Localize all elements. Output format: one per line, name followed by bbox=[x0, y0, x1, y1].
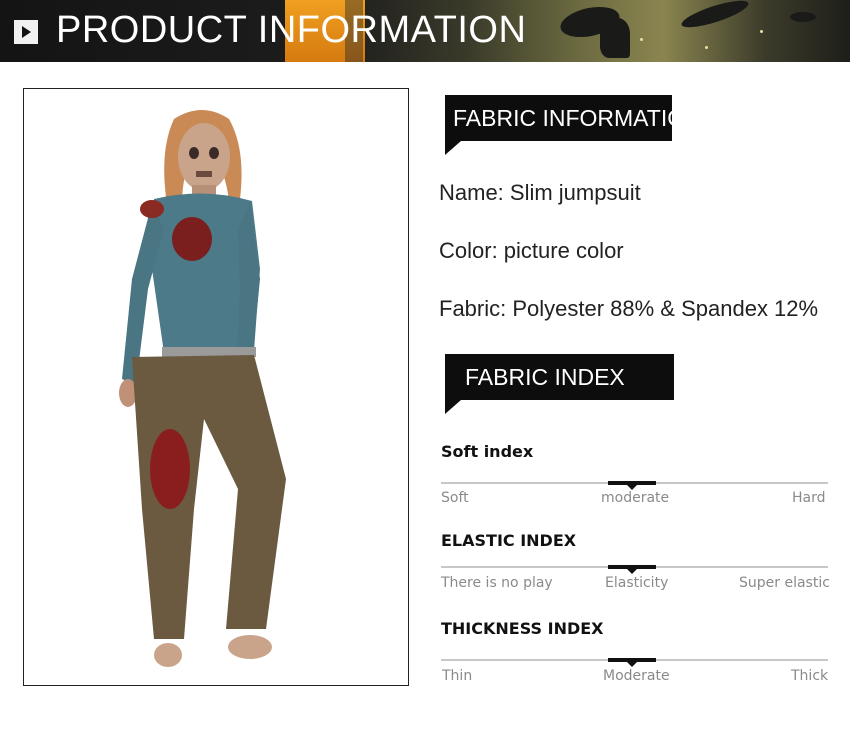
elastic-index-label-high: Super elastic bbox=[739, 575, 830, 591]
thickness-index-label-low: Thin bbox=[442, 668, 473, 684]
product-photo bbox=[119, 110, 286, 667]
soft-index-label-high: Hard bbox=[792, 490, 826, 506]
star-icon bbox=[760, 30, 763, 33]
bat-silhouette-icon bbox=[679, 0, 751, 33]
product-fabric-text: Fabric: Polyester 88% & Spandex 12% bbox=[439, 296, 819, 321]
thickness-index-marker bbox=[607, 658, 656, 667]
soft-index-marker bbox=[607, 481, 656, 490]
header-banner: PRODUCT INFORMATION bbox=[0, 0, 850, 62]
play-arrow-icon bbox=[14, 20, 38, 44]
fabric-information-tag: FABRIC INFORMATION bbox=[445, 95, 702, 141]
star-icon bbox=[705, 46, 708, 49]
bat-silhouette-icon bbox=[790, 12, 816, 22]
fabric-index-heading: FABRIC INDEX bbox=[465, 364, 625, 390]
product-name-text: Name: Slim jumpsuit bbox=[439, 180, 641, 205]
elastic-index-title: ELASTIC INDEX bbox=[441, 531, 577, 550]
elastic-index-label-mid: Elasticity bbox=[605, 575, 669, 591]
thickness-index-label-high: Thick bbox=[791, 668, 829, 684]
thickness-index-title: THICKNESS INDEX bbox=[441, 619, 604, 638]
fabric-information-heading: FABRIC INFORMATION bbox=[453, 105, 702, 131]
product-color-text: Color: picture color bbox=[439, 238, 624, 263]
soft-index-label-mid: moderate bbox=[601, 490, 670, 506]
page-title: PRODUCT INFORMATION bbox=[56, 9, 527, 51]
product-image-frame bbox=[23, 88, 409, 686]
elastic-index-label-low: There is no play bbox=[441, 575, 553, 591]
thickness-index-label-mid: Moderate bbox=[603, 668, 670, 684]
star-icon bbox=[640, 38, 643, 41]
elastic-index-marker bbox=[607, 565, 656, 574]
soft-index-title: Soft index bbox=[441, 442, 534, 461]
soft-index-label-low: Soft bbox=[441, 490, 469, 506]
fabric-index-tag: FABRIC INDEX bbox=[445, 354, 674, 400]
tree-silhouette-icon bbox=[600, 18, 630, 58]
